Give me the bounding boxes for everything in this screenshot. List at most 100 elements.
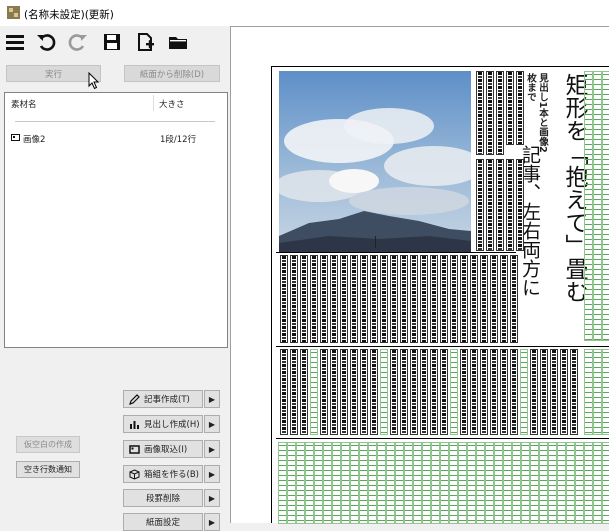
guide-column bbox=[440, 442, 449, 524]
create-temp-blank-button[interactable]: 仮空白の作成 bbox=[16, 436, 80, 453]
folder-icon[interactable] bbox=[166, 30, 190, 54]
text-column bbox=[330, 255, 338, 343]
menu-icon[interactable] bbox=[3, 30, 27, 54]
guide-column bbox=[305, 442, 314, 524]
app-icon bbox=[7, 6, 20, 19]
text-column bbox=[570, 349, 578, 435]
create-box-button[interactable]: 箱組を作る(B) bbox=[123, 465, 203, 483]
rule-line bbox=[276, 346, 609, 347]
rule-line bbox=[276, 252, 516, 253]
guide-column bbox=[341, 442, 350, 524]
guide-column bbox=[377, 442, 386, 524]
guide-column bbox=[380, 349, 388, 435]
redo-icon[interactable] bbox=[66, 30, 90, 54]
text-column bbox=[370, 349, 378, 435]
guide-column bbox=[521, 442, 530, 524]
page-settings-arrow[interactable]: ▶ bbox=[204, 513, 220, 531]
guide-column bbox=[431, 442, 440, 524]
guide-column bbox=[530, 442, 539, 524]
create-article-arrow[interactable]: ▶ bbox=[204, 390, 220, 408]
text-column bbox=[370, 255, 378, 343]
text-column bbox=[470, 349, 478, 435]
page-canvas[interactable]: 矩形を「抱えて」畳む 見出し1本と画像2枚まで 記事、左右両方に bbox=[230, 26, 609, 524]
text-column bbox=[280, 255, 288, 343]
text-column bbox=[430, 255, 438, 343]
import-image-arrow[interactable]: ▶ bbox=[204, 440, 220, 458]
item-size: 1段/12行 bbox=[160, 135, 197, 145]
rule-line bbox=[276, 438, 609, 439]
window-title: (名称未設定)(更新) bbox=[24, 9, 114, 21]
delete-column-rule-button[interactable]: 段罫削除 bbox=[123, 489, 203, 507]
new-page-icon[interactable] bbox=[133, 30, 157, 54]
list-item[interactable]: 画像2 1段/12行 bbox=[5, 131, 227, 147]
text-column bbox=[400, 349, 408, 435]
text-column bbox=[510, 349, 518, 435]
guide-column bbox=[602, 349, 609, 435]
text-column bbox=[540, 349, 548, 435]
item-name: 画像2 bbox=[23, 135, 46, 145]
create-headline-arrow[interactable]: ▶ bbox=[204, 415, 220, 433]
text-column bbox=[280, 349, 288, 435]
photo-image[interactable] bbox=[279, 71, 471, 252]
text-column bbox=[420, 255, 428, 343]
guide-column bbox=[566, 442, 575, 524]
guide-column bbox=[323, 442, 332, 524]
text-column bbox=[390, 255, 398, 343]
text-column bbox=[300, 255, 308, 343]
guide-column bbox=[332, 442, 341, 524]
guide-column bbox=[404, 442, 413, 524]
create-headline-button[interactable]: 見出し作成(H) bbox=[123, 415, 203, 433]
guide-column bbox=[593, 71, 602, 341]
text-column bbox=[480, 349, 488, 435]
guide-column bbox=[278, 442, 287, 524]
create-box-arrow[interactable]: ▶ bbox=[204, 465, 220, 483]
guide-column bbox=[449, 442, 458, 524]
import-image-button[interactable]: 画像取込(I) bbox=[123, 440, 203, 458]
text-column bbox=[420, 349, 428, 435]
text-column bbox=[410, 349, 418, 435]
create-article-button[interactable]: 記事作成(T) bbox=[123, 390, 203, 408]
column-header-size[interactable]: 大きさ bbox=[159, 98, 185, 110]
text-column bbox=[496, 71, 504, 155]
toolbar bbox=[0, 26, 230, 58]
guide-column bbox=[520, 349, 528, 435]
list-header: 素材名 大きさ bbox=[5, 93, 227, 113]
guide-column bbox=[584, 349, 593, 435]
delete-column-rule-arrow[interactable]: ▶ bbox=[204, 489, 220, 507]
guide-column bbox=[539, 442, 548, 524]
text-column bbox=[550, 349, 558, 435]
text-column bbox=[486, 71, 494, 155]
undo-icon[interactable] bbox=[34, 30, 58, 54]
column-header-name[interactable]: 素材名 bbox=[11, 98, 37, 110]
guide-column bbox=[494, 442, 503, 524]
text-column bbox=[330, 349, 338, 435]
text-column bbox=[506, 71, 514, 145]
text-column bbox=[490, 349, 498, 435]
headline-main[interactable]: 矩形を「抱えて」畳む bbox=[560, 73, 587, 363]
page-settings-button[interactable]: 紙面設定 bbox=[123, 513, 203, 531]
guide-column bbox=[602, 442, 609, 524]
guide-column bbox=[584, 442, 593, 524]
guide-column bbox=[575, 442, 584, 524]
guide-column bbox=[602, 71, 609, 341]
blank-lines-notice-button[interactable]: 空き行数通知 bbox=[16, 461, 80, 478]
guide-column bbox=[593, 349, 602, 435]
text-column bbox=[290, 349, 298, 435]
save-icon[interactable] bbox=[100, 30, 124, 54]
image-icon bbox=[128, 443, 140, 455]
guide-column bbox=[386, 442, 395, 524]
material-list[interactable]: 素材名 大きさ 画像2 1段/12行 bbox=[4, 92, 228, 348]
guide-column bbox=[287, 442, 296, 524]
remove-from-page-button[interactable]: 紙面から削除(D) bbox=[124, 65, 220, 82]
newspaper-page[interactable]: 矩形を「抱えて」畳む 見出し1本と画像2枚まで 記事、左右両方に bbox=[271, 66, 609, 524]
text-column bbox=[390, 349, 398, 435]
text-column bbox=[480, 255, 488, 343]
guide-column bbox=[422, 442, 431, 524]
execute-button[interactable]: 実行 bbox=[6, 65, 101, 82]
text-column bbox=[476, 71, 484, 155]
text-column bbox=[460, 255, 468, 343]
text-column bbox=[450, 255, 458, 343]
headline-sub[interactable]: 見出し1本と画像2枚まで bbox=[524, 73, 548, 153]
guide-column bbox=[395, 442, 404, 524]
text-column bbox=[340, 349, 348, 435]
